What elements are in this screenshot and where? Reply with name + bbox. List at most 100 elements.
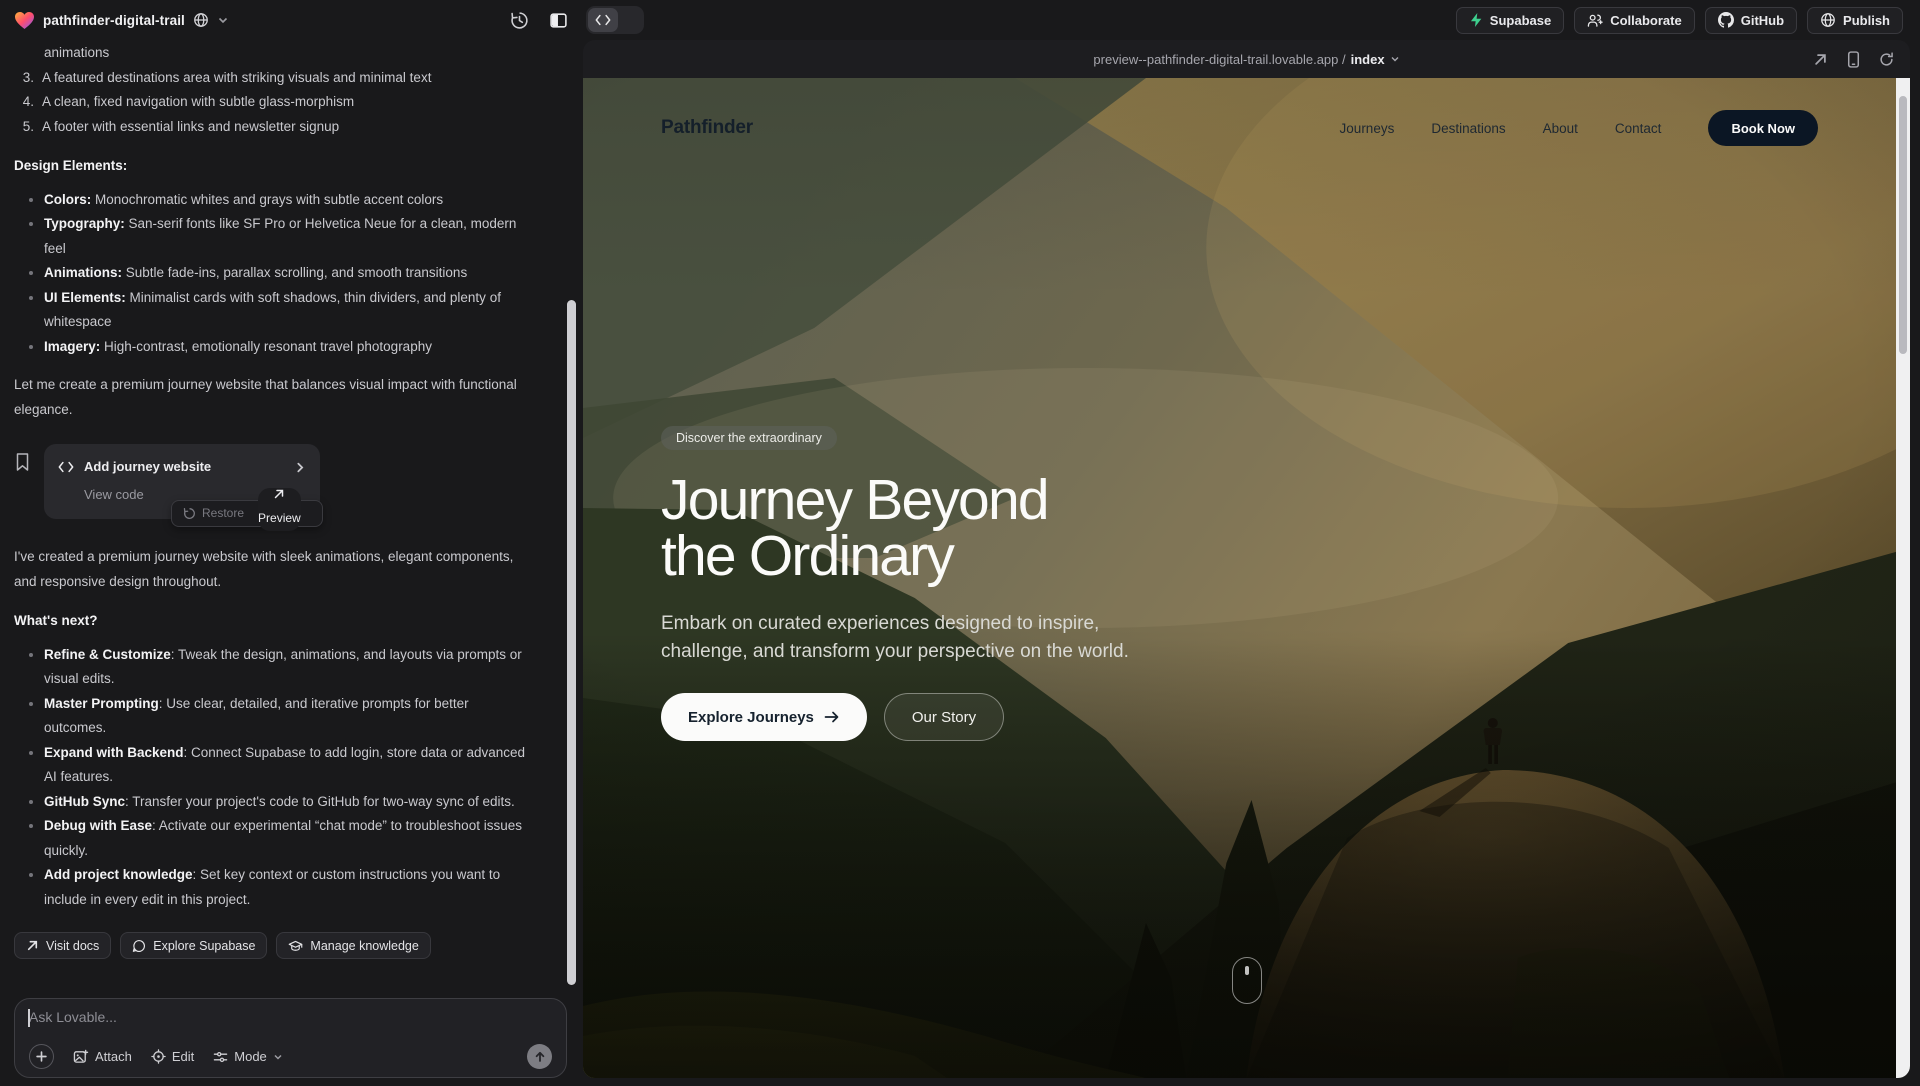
supabase-bolt-icon (1469, 12, 1483, 28)
site-header: Pathfinder Journeys Destinations About C… (583, 78, 1896, 178)
hero-subtext: Embark on curated experiences designed t… (661, 610, 1151, 665)
arrow-up-right-icon (26, 939, 39, 952)
chat-panel: animations 3.A featured destinations are… (0, 40, 583, 1086)
list-item: GitHub Sync: Transfer your project's cod… (14, 790, 526, 815)
hero-badge: Discover the extraordinary (661, 426, 837, 450)
refresh-button[interactable] (1877, 50, 1896, 69)
numbered-list: 3.A featured destinations area with stri… (14, 66, 557, 140)
add-button[interactable] (29, 1044, 54, 1069)
list-item: Animations: Subtle fade-ins, parallax sc… (14, 261, 526, 286)
send-button[interactable] (527, 1044, 552, 1069)
nav-contact[interactable]: Contact (1615, 121, 1662, 136)
mobile-view-button[interactable] (1845, 49, 1862, 70)
list-item: 3.A featured destinations area with stri… (14, 66, 557, 91)
list-item: UI Elements: Minimalist cards with soft … (14, 286, 526, 335)
composer-controls: Attach Edit Mode (29, 1044, 552, 1069)
our-story-button[interactable]: Our Story (884, 693, 1004, 741)
explore-journeys-button[interactable]: Explore Journeys (661, 693, 867, 741)
nav-about[interactable]: About (1543, 121, 1578, 136)
graduation-cap-icon (288, 939, 303, 953)
design-elements-heading: Design Elements: (14, 154, 557, 179)
suggestion-chips: Visit docs Explore Supabase Manage knowl… (14, 932, 557, 959)
chevron-down-icon (1390, 54, 1400, 64)
github-icon (1718, 12, 1734, 28)
hero-title: Journey Beyondthe Ordinary (661, 472, 1151, 584)
explore-supabase-button[interactable]: Explore Supabase (120, 932, 267, 959)
view-controls (508, 0, 644, 40)
sliders-icon (213, 1050, 228, 1064)
site-hero: Pathfinder Journeys Destinations About C… (583, 78, 1910, 1078)
list-item: 5.A footer with essential links and news… (14, 115, 557, 140)
list-item: Expand with Backend: Connect Supabase to… (14, 741, 526, 790)
topbar: pathfinder-digital-trail (0, 0, 1920, 40)
code-icon (58, 461, 74, 473)
globe-status-icon (193, 12, 209, 28)
image-icon (73, 1049, 89, 1064)
whats-next-heading: What's next? (14, 609, 557, 634)
project-menu[interactable]: pathfinder-digital-trail (14, 11, 229, 30)
preview-scrollbar-thumb[interactable] (1899, 96, 1907, 354)
ask-lovable-input[interactable] (29, 1009, 552, 1025)
artifact-block: Add journey website View code Restore (14, 444, 557, 519)
hero-ctas: Explore Journeys Our Story (661, 693, 1151, 741)
artifact-card[interactable]: Add journey website View code Restore (44, 444, 320, 519)
supabase-button[interactable]: Supabase (1456, 7, 1564, 34)
book-now-button[interactable]: Book Now (1708, 110, 1818, 146)
publish-globe-icon (1820, 12, 1836, 28)
list-item: Master Prompting: Use clear, detailed, a… (14, 692, 526, 741)
site-nav: Journeys Destinations About Contact Book… (1340, 110, 1818, 146)
preview-scrollbar-track[interactable] (1896, 78, 1910, 1078)
nav-destinations[interactable]: Destinations (1431, 121, 1505, 136)
mode-button[interactable]: Mode (213, 1049, 283, 1064)
code-preview-toggle[interactable] (586, 6, 644, 34)
preview-urlbar: preview--pathfinder-digital-trail.lovabl… (583, 40, 1910, 78)
arrow-right-icon (824, 710, 840, 724)
restore-button[interactable]: Restore (183, 501, 244, 526)
bookmark-icon[interactable] (14, 452, 31, 472)
code-icon (588, 8, 618, 32)
list-item: Debug with Ease: Activate our experiment… (14, 814, 526, 863)
preview-button[interactable]: Preview (258, 488, 301, 531)
project-name: pathfinder-digital-trail (43, 13, 185, 28)
artifact-title: Add journey website (84, 455, 285, 480)
attach-button[interactable]: Attach (73, 1049, 132, 1064)
lovable-app: pathfinder-digital-trail (0, 0, 1920, 1086)
manage-knowledge-button[interactable]: Manage knowledge (276, 932, 430, 959)
list-item: Colors: Monochromatic whites and grays w… (14, 188, 526, 213)
preview-panel: preview--pathfinder-digital-trail.lovabl… (583, 40, 1910, 1078)
collaborate-button[interactable]: Collaborate (1574, 7, 1695, 34)
lovable-heart-icon (14, 11, 35, 30)
open-external-button[interactable] (1811, 50, 1830, 69)
preview-actions (1811, 40, 1896, 78)
chat-scrollbar[interactable] (567, 300, 576, 985)
panel-layout-button[interactable] (547, 9, 570, 32)
publish-button[interactable]: Publish (1807, 7, 1903, 34)
hero-copy: Discover the extraordinary Journey Beyon… (661, 426, 1151, 741)
scroll-indicator (1232, 957, 1262, 1004)
chevron-down-icon[interactable] (217, 14, 229, 26)
site-logo[interactable]: Pathfinder (661, 117, 753, 139)
people-icon (1587, 13, 1603, 28)
plus-icon (29, 1044, 54, 1069)
edit-button[interactable]: Edit (151, 1049, 194, 1064)
restore-preview-pill: Restore Preview (171, 500, 323, 527)
list-item: Typography: San-serif fonts like SF Pro … (14, 212, 526, 261)
composer: Attach Edit Mode (14, 998, 567, 1078)
history-button[interactable] (508, 9, 531, 32)
chat-clipped-line: animations (44, 41, 557, 66)
design-elements-list: Colors: Monochromatic whites and grays w… (14, 188, 526, 360)
nav-journeys[interactable]: Journeys (1340, 121, 1395, 136)
list-item: 4.A clean, fixed navigation with subtle … (14, 90, 557, 115)
preview-url[interactable]: preview--pathfinder-digital-trail.lovabl… (1093, 52, 1399, 67)
github-button[interactable]: GitHub (1705, 7, 1797, 34)
chat-messages[interactable]: animations 3.A featured destinations are… (0, 40, 583, 988)
assistant-paragraph: I've created a premium journey website w… (14, 545, 534, 594)
chevron-right-icon (295, 462, 306, 473)
topbar-actions: Supabase Collaborate GitHub Publish (1456, 7, 1903, 34)
list-item: Add project knowledge: Set key context o… (14, 863, 526, 912)
text-caret (28, 1009, 30, 1027)
visit-docs-button[interactable]: Visit docs (14, 932, 111, 959)
list-item: Imagery: High-contrast, emotionally reso… (14, 335, 526, 360)
assistant-paragraph: Let me create a premium journey website … (14, 373, 534, 422)
chat-bubble-icon (132, 939, 146, 953)
